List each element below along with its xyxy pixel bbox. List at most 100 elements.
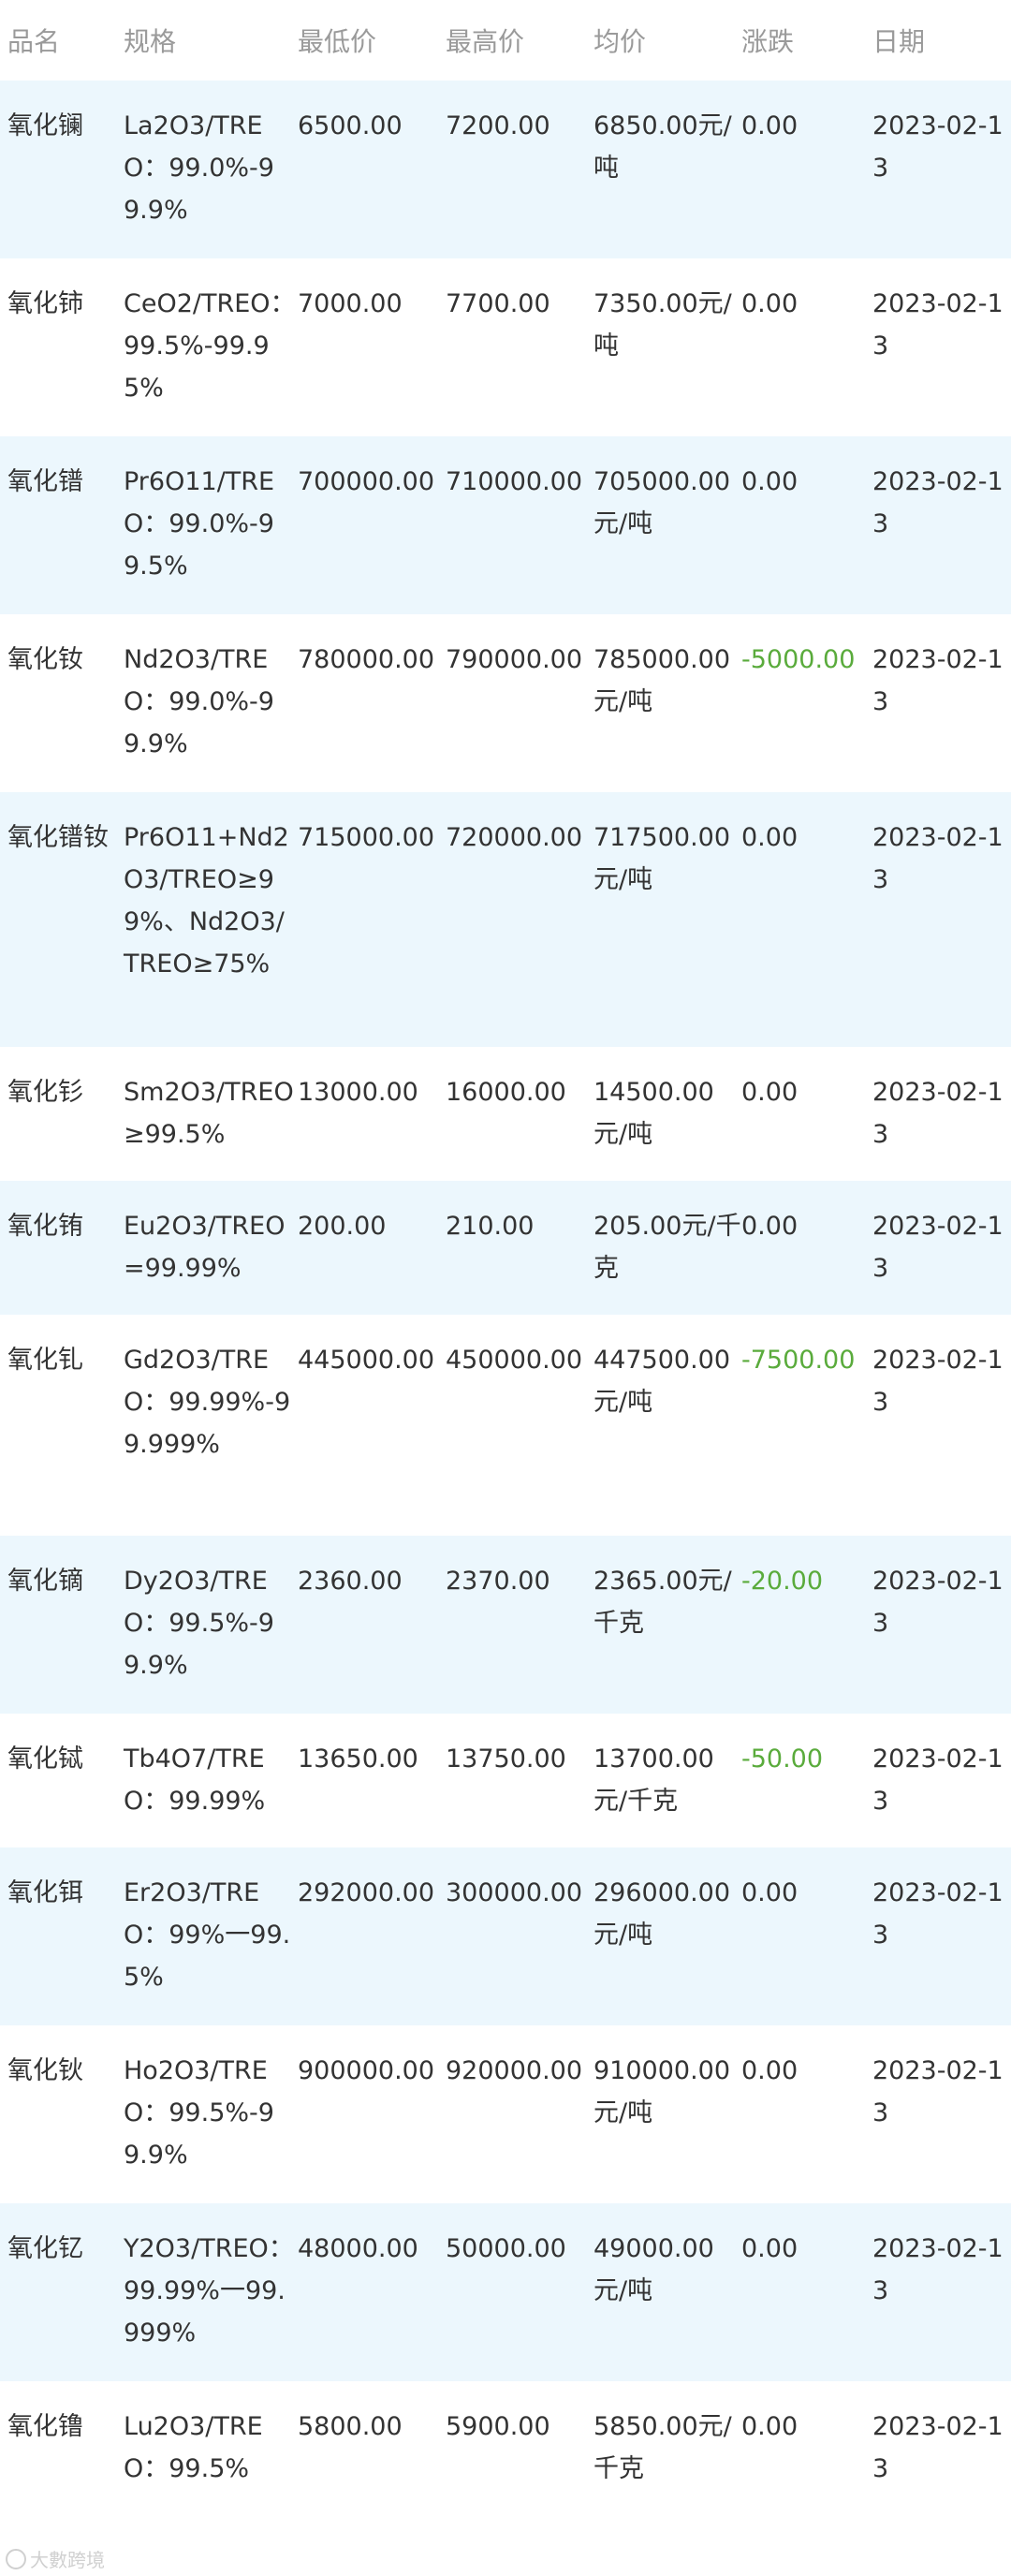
row-avg-price: 447500.00元/吨	[593, 1346, 731, 1417]
row-low-price: 13000.00	[298, 1078, 418, 1107]
row-avg-price: 6850.00元/吨	[593, 111, 732, 183]
row-spec: Tb4O7/TREO：99.99%	[124, 1744, 266, 1816]
row-change: 0.00	[741, 111, 799, 140]
row-spec: La2O3/TREO：99.0%-99.9%	[124, 111, 274, 225]
row-avg-price: 7350.00元/吨	[593, 289, 732, 361]
row-high-price: 720000.00	[446, 823, 583, 852]
table-row: 氧化镝 Dy2O3/TREO：99.5%-99.9% 2360.00 2370.00 2…	[0, 1536, 1011, 1714]
row-low-price: 292000.00	[298, 1878, 435, 1907]
table-row: 氧化铽 Tb4O7/TREO：99.99% 13650.00 13750.00 1370…	[0, 1714, 1011, 1847]
header-change: 涨跌	[741, 26, 795, 57]
row-high-price: 920000.00	[446, 2056, 583, 2085]
table-header: 品名 规格 最低价 最高价 均价 涨跌 日期	[0, 0, 1011, 81]
row-high-price: 790000.00	[446, 645, 583, 674]
row-name: 氧化镥	[7, 2412, 83, 2441]
row-date: 2023-02-13	[872, 1212, 1004, 1283]
row-date: 2023-02-13	[872, 645, 1004, 716]
row-name: 氧化铈	[7, 289, 83, 318]
row-change: 0.00	[741, 1878, 799, 1907]
row-low-price: 900000.00	[298, 2056, 435, 2085]
row-avg-price: 49000.00元/吨	[593, 2234, 714, 2305]
row-avg-price: 785000.00元/吨	[593, 645, 731, 716]
row-change: -50.00	[741, 1744, 824, 1774]
row-name: 氧化铕	[7, 1212, 83, 1241]
row-spec: Dy2O3/TREO：99.5%-99.9%	[124, 1567, 274, 1680]
row-low-price: 6500.00	[298, 111, 403, 140]
header-date: 日期	[872, 26, 926, 57]
row-avg-price: 5850.00元/千克	[593, 2412, 732, 2483]
row-low-price: 715000.00	[298, 823, 435, 852]
row-name: 氧化镨钕	[7, 823, 109, 852]
row-avg-price: 205.00元/千克	[593, 1212, 741, 1283]
row-name: 氧化镝	[7, 1567, 83, 1596]
row-low-price: 700000.00	[298, 467, 435, 496]
row-date: 2023-02-13	[872, 1078, 1004, 1149]
row-change: -20.00	[741, 1567, 824, 1596]
row-avg-price: 13700.00元/千克	[593, 1744, 714, 1816]
row-date: 2023-02-13	[872, 1346, 1004, 1417]
table-row: 氧化镥 Lu2O3/TREO：99.5% 5800.00 5900.00 5850.00…	[0, 2381, 1011, 2527]
row-name: 氧化钆	[7, 1346, 83, 1375]
row-date: 2023-02-13	[872, 1744, 1004, 1816]
row-avg-price: 296000.00元/吨	[593, 1878, 731, 1950]
table-body: 氧化镧 La2O3/TREO：99.0%-99.9% 6500.00 7200.00 6…	[0, 81, 1011, 2527]
row-change: 0.00	[741, 823, 799, 852]
row-date: 2023-02-13	[872, 1878, 1004, 1950]
row-spec: Lu2O3/TREO：99.5%	[124, 2412, 263, 2483]
row-name: 氧化镨	[7, 467, 83, 496]
header-avg-price: 均价	[593, 26, 647, 57]
row-high-price: 13750.00	[446, 1744, 566, 1774]
table-row: 氧化钕 Nd2O3/TREO：99.0%-99.9% 780000.00 790000…	[0, 614, 1011, 792]
row-change: 0.00	[741, 1078, 799, 1107]
row-high-price: 300000.00	[446, 1878, 583, 1907]
row-high-price: 5900.00	[446, 2412, 550, 2441]
row-spec: Er2O3/TREO：99%一99.5%	[124, 1878, 291, 1992]
row-high-price: 7700.00	[446, 289, 550, 318]
row-change: -5000.00	[741, 645, 856, 674]
row-spec: Ho2O3/TREO：99.5%-99.9%	[124, 2056, 274, 2170]
row-high-price: 7200.00	[446, 111, 550, 140]
row-name: 氧化钕	[7, 645, 83, 674]
row-date: 2023-02-13	[872, 823, 1004, 894]
row-low-price: 445000.00	[298, 1346, 435, 1375]
table-row: 氧化铒 Er2O3/TREO：99%一99.5% 292000.00 300000.0…	[0, 1847, 1011, 2025]
row-date: 2023-02-13	[872, 467, 1004, 538]
row-low-price: 13650.00	[298, 1744, 418, 1774]
row-avg-price: 717500.00元/吨	[593, 823, 731, 894]
table-row: 氧化铕 Eu2O3/TREO=99.99% 200.00 210.00 205.00元/…	[0, 1181, 1011, 1315]
watermark: 大數跨境	[6, 2545, 105, 2572]
header-spec: 规格	[124, 26, 177, 57]
header-row: 品名 规格 最低价 最高价 均价 涨跌 日期	[0, 0, 1011, 81]
table-row: 氧化钐 Sm2O3/TREO≥99.5% 13000.00 16000.00 14500…	[0, 1047, 1011, 1181]
row-low-price: 48000.00	[298, 2234, 418, 2263]
row-low-price: 780000.00	[298, 645, 435, 674]
row-avg-price: 14500.00元/吨	[593, 1078, 714, 1149]
row-name: 氧化钐	[7, 1078, 83, 1107]
row-date: 2023-02-13	[872, 2056, 1004, 2127]
row-high-price: 450000.00	[446, 1346, 583, 1375]
price-table: 品名 规格 最低价 最高价 均价 涨跌 日期 氧化镧 La2O3/TREO：99.…	[0, 0, 1011, 2527]
row-date: 2023-02-13	[872, 289, 1004, 361]
table-row: 氧化钬 Ho2O3/TREO：99.5%-99.9% 900000.00 920000…	[0, 2025, 1011, 2203]
row-date: 2023-02-13	[872, 2412, 1004, 2483]
table-row: 氧化镨钕 Pr6O11+Nd2O3/TREO≥99%、Nd2O3/TREO≥75%…	[0, 792, 1011, 1047]
row-low-price: 200.00	[298, 1212, 387, 1241]
row-spec: Eu2O3/TREO=99.99%	[124, 1212, 286, 1283]
row-change: 0.00	[741, 2234, 799, 2263]
row-spec: Y2O3/TREO：99.99%一99.999%	[124, 2234, 294, 2348]
row-spec: Nd2O3/TREO：99.0%-99.9%	[124, 645, 274, 758]
row-high-price: 50000.00	[446, 2234, 566, 2263]
row-change: 0.00	[741, 2056, 799, 2085]
row-spec: Pr6O11+Nd2O3/TREO≥99%、Nd2O3/TREO≥75%	[124, 823, 289, 979]
row-low-price: 5800.00	[298, 2412, 403, 2441]
row-avg-price: 2365.00元/千克	[593, 1567, 732, 1638]
row-avg-price: 705000.00元/吨	[593, 467, 731, 538]
row-spec: Sm2O3/TREO≥99.5%	[124, 1078, 294, 1149]
row-name: 氧化镧	[7, 111, 83, 140]
row-low-price: 7000.00	[298, 289, 403, 318]
row-change: 0.00	[741, 1212, 799, 1241]
row-name: 氧化钇	[7, 2234, 83, 2263]
table-row: 氧化镧 La2O3/TREO：99.0%-99.9% 6500.00 7200.00 6…	[0, 81, 1011, 258]
row-spec: CeO2/TREO：99.5%-99.95%	[124, 289, 296, 403]
row-spec: Pr6O11/TREO：99.0%-99.5%	[124, 467, 275, 581]
